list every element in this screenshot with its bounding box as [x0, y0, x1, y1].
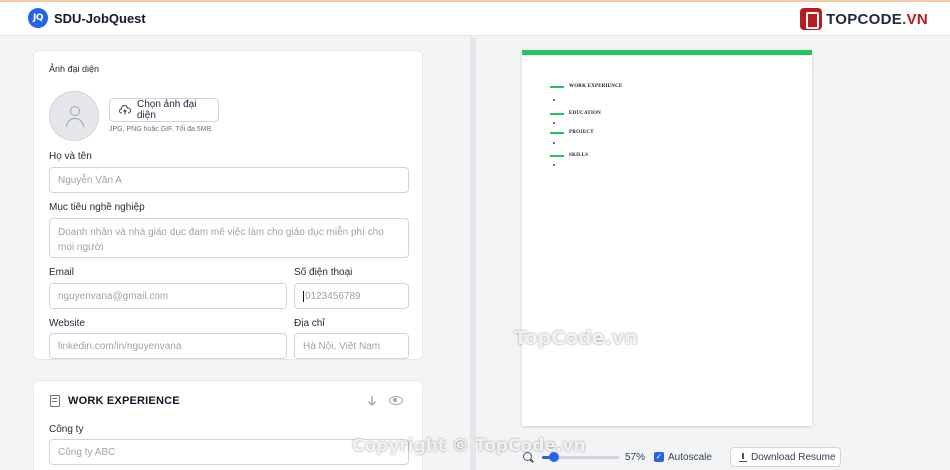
resume-preview: WORK EXPERIENCE EDUCATION PROJECT SKILLS [522, 50, 812, 426]
watermark-bottom: Copyright © TopCode.vn [352, 436, 586, 456]
website-input[interactable]: linkedin.com/in/nguyenvana [49, 333, 287, 359]
building-icon [50, 395, 60, 407]
top-nav-bar: JQ SDU-JobQuest TOPCODE.VN [0, 0, 950, 36]
objective-textarea[interactable]: Doanh nhân và nhà giáo dục đam mê việc l… [49, 218, 409, 258]
zoom-slider[interactable] [542, 452, 619, 462]
objective-label: Mục tiêu nghề nghiệp [49, 202, 145, 213]
app-logo-icon: JQ [28, 8, 48, 28]
resume-section-work: WORK EXPERIENCE [550, 84, 622, 89]
text-caret [303, 290, 304, 302]
work-experience-title: WORK EXPERIENCE [68, 395, 180, 407]
resume-bullet [553, 142, 555, 144]
download-resume-button[interactable]: Download Resume [730, 447, 841, 467]
resume-section-skills: SKILLS [550, 153, 588, 158]
address-input[interactable]: Hà Nội, Việt Nam [294, 333, 409, 359]
email-label: Email [49, 267, 75, 278]
phone-input[interactable]: 0123456789 [294, 283, 409, 309]
resume-accent-bar [522, 50, 812, 55]
topcode-logo-text: TOPCODE.VN [826, 10, 928, 28]
download-icon [739, 452, 747, 462]
phone-label: Số điện thoại [294, 267, 353, 278]
email-input[interactable]: nguyenvana@gmail.com [49, 283, 287, 309]
resume-section-project: PROJECT [550, 130, 594, 135]
resume-bullet [553, 122, 555, 124]
profile-card: Ảnh đại diện Chọn ảnh đại diện JPG, PNG … [33, 50, 423, 360]
upload-hint: JPG, PNG hoặc GIF. Tối đa 5MB. [109, 126, 214, 133]
work-experience-card: WORK EXPERIENCE Công ty Công ty ABC [33, 380, 423, 470]
resume-bullet [553, 99, 555, 101]
topcode-logo: TOPCODE.VN [800, 8, 928, 30]
fullname-input[interactable]: Nguyễn Văn A [49, 167, 409, 193]
choose-avatar-button[interactable]: Chọn ảnh đại diện [109, 98, 219, 122]
editor-pane: Ảnh đại diện Chọn ảnh đại diện JPG, PNG … [0, 37, 470, 470]
download-resume-label: Download Resume [751, 451, 836, 463]
watermark-center: TopCode.vn [514, 327, 638, 349]
preview-pane: WORK EXPERIENCE EDUCATION PROJECT SKILLS… [476, 37, 950, 470]
autoscale-checkbox[interactable]: ✓ [654, 452, 664, 462]
work-experience-header: WORK EXPERIENCE [50, 395, 180, 407]
company-label: Công ty [49, 424, 84, 435]
app-name: SDU-JobQuest [54, 10, 146, 26]
avatar-label: Ảnh đại diện [49, 64, 100, 74]
topcode-logo-icon [800, 8, 823, 30]
cloud-upload-icon [119, 105, 131, 115]
address-label: Địa chỉ [294, 318, 325, 329]
avatar [49, 91, 99, 141]
choose-avatar-label: Chọn ảnh đại diện [136, 99, 197, 121]
brand[interactable]: JQ SDU-JobQuest [28, 8, 146, 28]
website-label: Website [49, 318, 85, 329]
user-icon [70, 106, 80, 116]
zoom-value: 57% [625, 452, 646, 463]
move-down-icon[interactable] [367, 395, 377, 407]
resume-bullet [553, 164, 555, 166]
resume-section-education: EDUCATION [550, 111, 601, 116]
eye-icon[interactable] [389, 396, 403, 405]
fullname-label: Họ và tên [49, 151, 92, 162]
autoscale-label: Autoscale [668, 452, 712, 463]
